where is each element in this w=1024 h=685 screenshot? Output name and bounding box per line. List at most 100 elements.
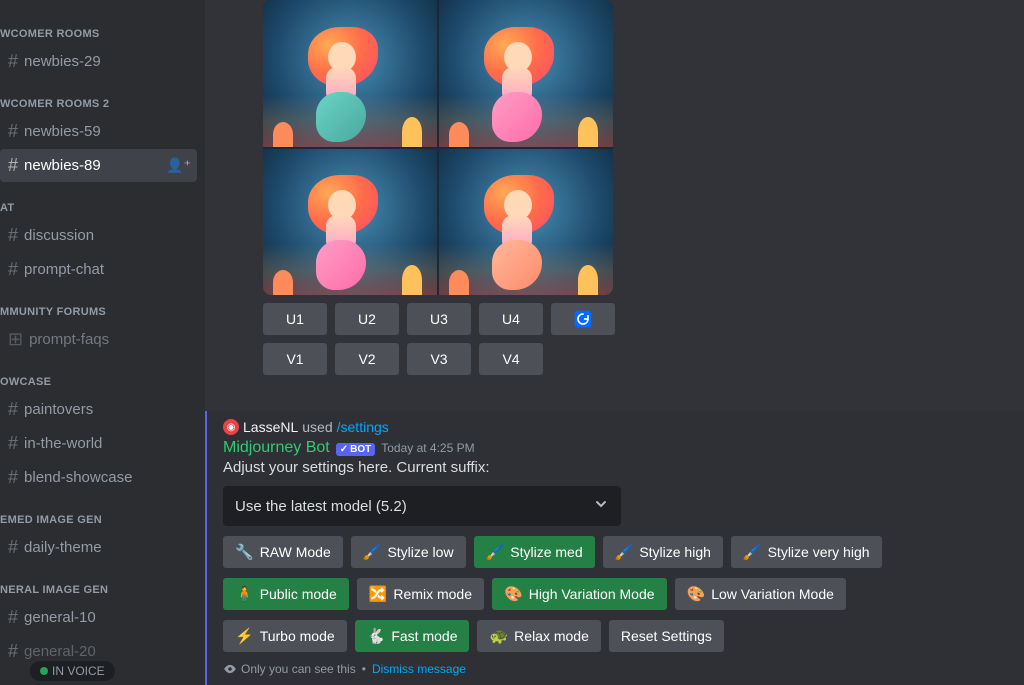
- button-emoji-icon: 🔧: [235, 543, 254, 561]
- hash-icon: #: [8, 51, 18, 72]
- hash-icon: #: [8, 259, 18, 280]
- settings-button-row: ⚡Turbo mode🐇Fast mode🐢Relax mode Reset Se…: [223, 620, 1008, 652]
- channel-label: in-the-world: [24, 435, 102, 452]
- button-emoji-icon: 🖌️: [363, 543, 382, 561]
- channel-section-header[interactable]: EMED IMAGE GEN: [0, 506, 205, 530]
- channel-section-header[interactable]: WCOMER ROOMS: [0, 20, 205, 44]
- refresh-icon: [573, 309, 593, 329]
- reroll-button[interactable]: [551, 303, 615, 335]
- upscale-U4-button[interactable]: U4: [479, 303, 543, 335]
- button-emoji-icon: 🧍: [235, 585, 254, 603]
- button-emoji-icon: ⚡: [235, 627, 254, 645]
- dismiss-link[interactable]: Dismiss message: [372, 662, 466, 676]
- upscale-U3-button[interactable]: U3: [407, 303, 471, 335]
- public-mode-button[interactable]: 🧍 Public mode: [223, 578, 349, 610]
- channel-section-header[interactable]: OWCASE: [0, 368, 205, 392]
- hash-icon: #: [8, 607, 18, 628]
- button-emoji-icon: 🖌️: [486, 543, 505, 561]
- channel-newbies-59[interactable]: # newbies-59: [0, 115, 197, 148]
- hash-icon: #: [8, 121, 18, 142]
- high-variation-mode-button[interactable]: 🎨 High Variation Mode: [492, 578, 667, 610]
- hash-icon: #: [8, 225, 18, 246]
- channel-general-10[interactable]: #general-10: [0, 601, 197, 634]
- hash-icon: #: [8, 433, 18, 454]
- button-emoji-icon: 🔀: [369, 585, 388, 603]
- bot-username[interactable]: Midjourney Bot: [223, 439, 330, 457]
- upscale-U2-button[interactable]: U2: [335, 303, 399, 335]
- settings-message: ◉ LasseNL used /settings Midjourney Bot …: [205, 411, 1024, 685]
- variation-V1-button[interactable]: V1: [263, 343, 327, 375]
- upscale-U1-button[interactable]: U1: [263, 303, 327, 335]
- button-label: High Variation Mode: [529, 586, 655, 602]
- chat-main: U1U2U3U4 V1V2V3V4 ◉ LasseNL used /settin…: [205, 0, 1024, 685]
- channel-in-the-world[interactable]: # in-the-world: [0, 427, 197, 460]
- discord-icon: ◉: [223, 419, 239, 435]
- chevron-down-icon: [593, 496, 609, 516]
- channel-daily-theme[interactable]: #daily-theme: [0, 531, 197, 564]
- channel-section-header[interactable]: WCOMER ROOMS 2: [0, 90, 205, 114]
- ephemeral-notice: Only you can see this • Dismiss message: [223, 662, 1008, 676]
- channel-section-header[interactable]: NERAL IMAGE GEN: [0, 576, 205, 600]
- variation-row: V1V2V3V4: [263, 343, 1008, 375]
- hash-icon: ⊞: [8, 329, 23, 350]
- channel-label: general-20: [24, 643, 96, 660]
- channel-newbies-29[interactable]: # newbies-29: [0, 45, 197, 78]
- button-label: Public mode: [260, 586, 337, 602]
- channel-label: newbies-59: [24, 123, 101, 140]
- voice-status-dot: [40, 667, 48, 675]
- hash-icon: #: [8, 155, 18, 176]
- turbo-mode-button[interactable]: ⚡Turbo mode: [223, 620, 347, 652]
- message-timestamp: Today at 4:25 PM: [381, 441, 474, 455]
- hash-icon: #: [8, 467, 18, 488]
- channel-discussion[interactable]: # discussion: [0, 219, 197, 252]
- button-label: Stylize very high: [768, 544, 870, 560]
- stylize-very-high-button[interactable]: 🖌️Stylize very high: [731, 536, 882, 568]
- button-emoji-icon: 🖌️: [615, 543, 634, 561]
- button-label: Stylize low: [387, 544, 453, 560]
- remix-mode-button[interactable]: 🔀 Remix mode: [357, 578, 484, 610]
- gen-image-3: [263, 149, 437, 296]
- variation-V2-button[interactable]: V2: [335, 343, 399, 375]
- relax-mode-button[interactable]: 🐢Relax mode: [477, 620, 600, 652]
- hash-icon: #: [8, 537, 18, 558]
- channel-label: discussion: [24, 227, 94, 244]
- channel-paintovers[interactable]: #paintovers: [0, 393, 197, 426]
- stylize-high-button[interactable]: 🖌️ Stylize high: [603, 536, 723, 568]
- model-dropdown[interactable]: Use the latest model (5.2): [223, 486, 621, 526]
- fast-mode-button[interactable]: 🐇Fast mode: [355, 620, 470, 652]
- generated-image-grid[interactable]: [263, 0, 613, 295]
- channel-label: blend-showcase: [24, 469, 132, 486]
- stylize-low-button[interactable]: 🖌️ Stylize low: [351, 536, 466, 568]
- variation-V4-button[interactable]: V4: [479, 343, 543, 375]
- eye-icon: [223, 662, 237, 676]
- channel-prompt-chat[interactable]: #prompt-chat: [0, 253, 197, 286]
- bot-tag: ✓BOT: [336, 443, 376, 456]
- voice-indicator[interactable]: IN VOICE: [30, 661, 115, 681]
- ephemeral-text: Only you can see this: [241, 662, 356, 676]
- variation-V3-button[interactable]: V3: [407, 343, 471, 375]
- add-person-icon[interactable]: 👤⁺: [166, 157, 191, 174]
- reset-settings-button[interactable]: Reset Settings: [609, 620, 724, 652]
- invoker-username[interactable]: LasseNL: [243, 419, 298, 435]
- channel-label: newbies-89: [24, 157, 101, 174]
- button-label: RAW Mode: [260, 544, 331, 560]
- button-label: Stylize high: [639, 544, 711, 560]
- channel-section-header[interactable]: MMUNITY FORUMS: [0, 298, 205, 322]
- command-name[interactable]: /settings: [337, 419, 389, 435]
- channel-prompt-faqs[interactable]: ⊞prompt-faqs: [0, 323, 197, 356]
- settings-button-row: 🔧RAW Mode🖌️Stylize low🖌️Stylize med🖌️Sty…: [223, 536, 1008, 568]
- button-emoji-icon: 🐢: [489, 627, 508, 645]
- settings-button-row: 🧍 Public mode 🔀 Remix mode 🎨 High Variation M…: [223, 578, 1008, 610]
- raw-mode-button[interactable]: 🔧 RAW Mode: [223, 536, 343, 568]
- settings-description: Adjust your settings here. Current suffi…: [223, 459, 1008, 476]
- channel-sidebar: WCOMER ROOMS # newbies-29 WCOMER ROOMS 2 # ne…: [0, 0, 205, 685]
- stylize-med-button[interactable]: 🖌️Stylize med: [474, 536, 595, 568]
- button-emoji-icon: 🎨: [504, 585, 523, 603]
- channel-newbies-89[interactable]: # newbies-89 👤⁺: [0, 149, 197, 182]
- channel-section-header[interactable]: AT: [0, 194, 205, 218]
- button-label: Remix mode: [393, 586, 472, 602]
- channel-blend-showcase[interactable]: # blend-showcase: [0, 461, 197, 494]
- gen-image-4: [439, 149, 613, 296]
- low-variation-mode-button[interactable]: 🎨Low Variation Mode: [675, 578, 846, 610]
- channel-label: newbies-29: [24, 53, 101, 70]
